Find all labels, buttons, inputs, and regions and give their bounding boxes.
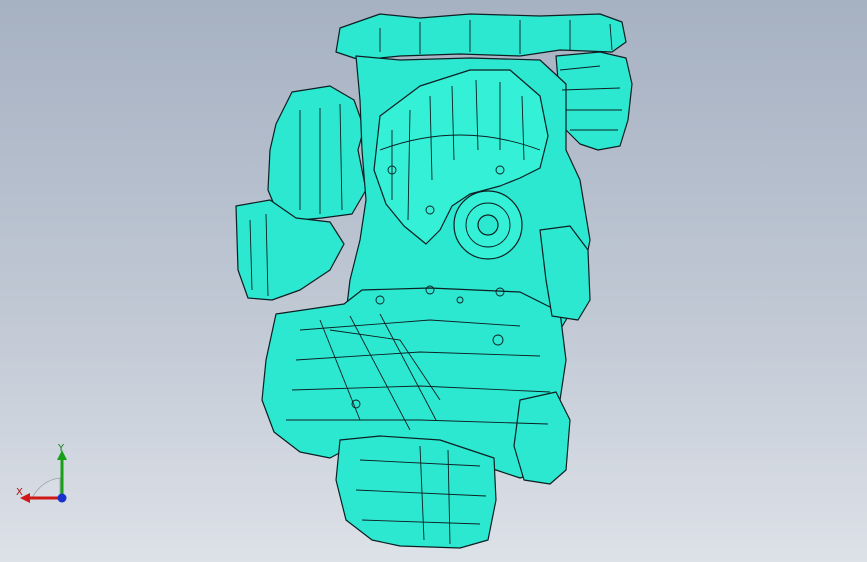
engine-model[interactable] <box>0 0 867 562</box>
graphics-viewport[interactable]: X Y <box>0 0 867 562</box>
z-axis-dot <box>57 493 67 503</box>
oil-pan <box>335 435 497 549</box>
y-axis-label: Y <box>58 443 65 454</box>
triad-plane <box>31 477 61 499</box>
right-lower-bracket <box>513 391 571 485</box>
triad-axes <box>20 450 67 503</box>
pulley-hub <box>477 214 499 236</box>
coordinate-triad: X Y <box>12 440 74 510</box>
intake-manifold <box>267 85 367 221</box>
x-axis-label: X <box>16 487 23 498</box>
